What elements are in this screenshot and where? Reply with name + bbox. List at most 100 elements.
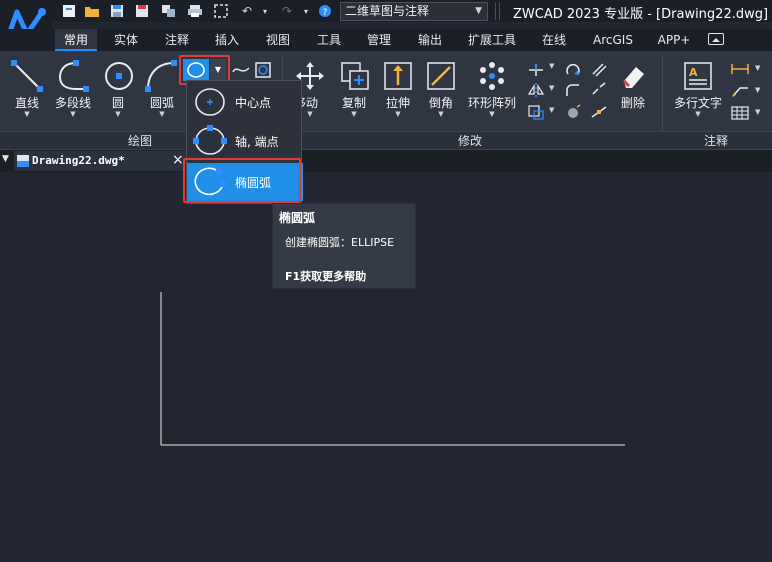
tab-online[interactable]: 在线 [533, 29, 575, 51]
chevron-down-icon[interactable]: ▼ [755, 86, 760, 94]
mtext-tool-label[interactable]: 多行文字 [670, 94, 726, 111]
document-list-dropdown-icon[interactable]: ▼ [2, 154, 9, 164]
chevron-down-icon[interactable]: ▼ [670, 110, 726, 118]
tooltip-description: 创建椭圆弧：ELLIPSE [285, 236, 395, 249]
tab-insert[interactable]: 插入 [206, 29, 248, 51]
document-tab[interactable]: Drawing22.dwg* × [14, 151, 186, 171]
chamfer-tool-icon[interactable] [426, 61, 456, 94]
tab-annotate[interactable]: 注释 [156, 29, 198, 51]
trim-tool-icon[interactable] [527, 62, 545, 81]
chevron-down-icon[interactable]: ▼ [549, 106, 554, 114]
erase-tool-label[interactable]: 删除 [614, 94, 652, 111]
chevron-down-icon[interactable]: ▼ [549, 84, 554, 92]
arc-tool-icon[interactable] [144, 59, 178, 96]
chamfer-tool-label[interactable]: 倒角 [423, 94, 459, 111]
rectangle-tool-icon[interactable] [254, 61, 272, 82]
svg-text:?: ? [323, 8, 328, 18]
menu-item-ellipse-center[interactable]: 中心点 [187, 83, 303, 121]
scale-tool-icon[interactable] [527, 104, 545, 123]
leader-tool-icon[interactable] [730, 84, 750, 101]
circle-tool-icon[interactable] [102, 59, 136, 96]
tab-output[interactable]: 输出 [409, 29, 451, 51]
chevron-down-icon[interactable]: ▼ [50, 110, 96, 118]
chevron-down-icon[interactable]: ▼ [423, 110, 459, 118]
break-tool-icon[interactable] [590, 82, 608, 101]
document-tab-label: Drawing22.dwg* [32, 154, 125, 167]
chevron-down-icon[interactable]: ▼ [755, 108, 760, 116]
help-icon[interactable]: ? [316, 2, 334, 20]
ellipse-dropdown-arrow-icon[interactable]: ▼ [210, 59, 226, 81]
ellipse-axis-end-icon [193, 125, 227, 160]
join-tool-icon[interactable] [590, 104, 608, 123]
save-icon[interactable] [108, 2, 126, 20]
ribbon-minimize-icon[interactable] [708, 33, 724, 45]
tooltip-title: 椭圆弧 [279, 211, 316, 225]
rotate-tool-icon[interactable] [564, 62, 582, 81]
table-tool-icon[interactable] [730, 106, 750, 123]
chevron-down-icon[interactable]: ▼ [549, 62, 554, 70]
undo-dropdown-icon[interactable]: ▾ [256, 2, 274, 20]
tab-app-plus[interactable]: APP+ [651, 29, 697, 51]
save-as-icon[interactable] [133, 2, 151, 20]
workspace-value: 二维草图与注释 [345, 4, 430, 18]
tab-arcgis[interactable]: ArcGIS [586, 29, 640, 51]
group-label-draw: 绘图 [127, 134, 152, 148]
print-icon[interactable] [186, 2, 204, 20]
group-label-modify: 修改 [457, 134, 482, 148]
tooltip-help: F1获取更多帮助 [285, 270, 367, 283]
ellipse-arc-highlight [183, 158, 301, 203]
line-tool-label[interactable]: 直线 [5, 94, 49, 111]
open-folder-icon[interactable] [83, 2, 101, 20]
polyline-tool-icon[interactable] [56, 59, 90, 96]
chevron-down-icon[interactable]: ▼ [336, 110, 372, 118]
app-title: ZWCAD 2023 专业版 - [Drawing22.dwg] [513, 7, 769, 22]
tab-solid[interactable]: 实体 [105, 29, 147, 51]
redo-icon[interactable]: ↷ [278, 2, 296, 20]
publish-icon[interactable] [160, 2, 178, 20]
ellipse-tool-button[interactable] [183, 59, 209, 81]
new-file-icon[interactable] [60, 2, 78, 20]
divider [499, 2, 500, 20]
copy-tool-label[interactable]: 复制 [336, 94, 372, 111]
tab-home[interactable]: 常用 [55, 29, 97, 51]
divider [495, 2, 496, 20]
array-tool-label[interactable]: 环形阵列 [466, 94, 518, 111]
stretch-tool-label[interactable]: 拉伸 [380, 94, 416, 111]
erase-tool-icon[interactable] [618, 61, 648, 94]
chevron-down-icon[interactable]: ▼ [142, 110, 182, 118]
undo-icon[interactable]: ↶ [238, 2, 256, 20]
copy-tool-icon[interactable] [340, 61, 370, 94]
chevron-down-icon[interactable]: ▼ [5, 110, 49, 118]
tab-tools[interactable]: 工具 [308, 29, 350, 51]
ellipse-center-icon [193, 86, 227, 121]
stretch-tool-icon[interactable] [383, 61, 413, 94]
arc-tool-label[interactable]: 圆弧 [142, 94, 182, 111]
chevron-down-icon[interactable]: ▼ [380, 110, 416, 118]
offset-tool-icon[interactable] [590, 62, 608, 81]
redo-dropdown-icon[interactable]: ▾ [297, 2, 315, 20]
line-tool-icon[interactable] [10, 59, 44, 96]
menu-item-ellipse-axis-end[interactable]: 轴, 端点 [187, 122, 303, 160]
polyline-tool-label[interactable]: 多段线 [50, 94, 96, 111]
array-tool-icon[interactable] [477, 61, 507, 94]
tab-extensions[interactable]: 扩展工具 [462, 29, 522, 51]
fit-window-icon[interactable] [212, 2, 230, 20]
mirror-tool-icon[interactable] [527, 82, 545, 101]
circle-tool-label[interactable]: 圆 [98, 94, 138, 111]
tab-manage[interactable]: 管理 [358, 29, 400, 51]
chevron-down-icon[interactable]: ▼ [466, 110, 518, 118]
group-label-annotation: 注释 [703, 134, 728, 148]
dwg-file-icon [16, 154, 30, 171]
tab-view[interactable]: 视图 [257, 29, 299, 51]
chevron-down-icon[interactable]: ▼ [98, 110, 138, 118]
chevron-down-icon[interactable]: ▼ [755, 64, 760, 72]
mtext-tool-icon[interactable]: A [683, 61, 713, 94]
chevron-down-icon: ▼ [475, 6, 482, 16]
workspace-select[interactable]: 二维草图与注释 ▼ [340, 2, 488, 21]
tooltip: 椭圆弧 创建椭圆弧：ELLIPSE F1获取更多帮助 [272, 203, 416, 289]
close-icon[interactable]: × [172, 152, 184, 168]
explode-tool-icon[interactable] [564, 104, 582, 123]
fillet-tool-icon[interactable] [564, 82, 582, 101]
spline-tool-icon[interactable] [232, 62, 250, 81]
dimension-tool-icon[interactable] [730, 62, 750, 79]
